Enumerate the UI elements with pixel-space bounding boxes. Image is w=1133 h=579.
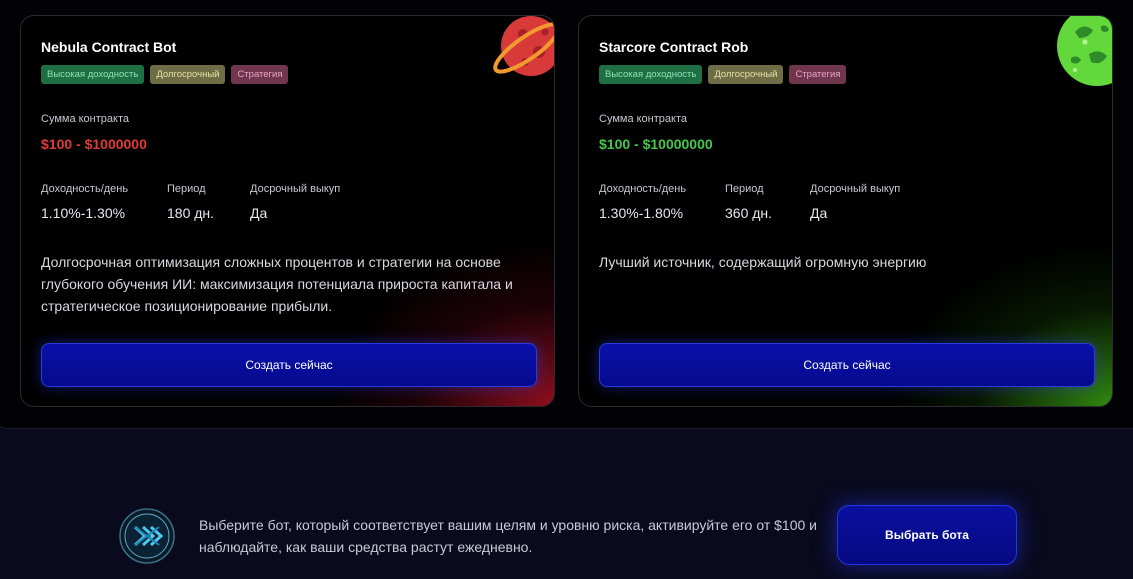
tag-strategy: Стратегия (231, 65, 289, 84)
yield-value: 1.30%-1.80% (599, 205, 684, 221)
contract-amount: $100 - $10000000 (599, 136, 713, 152)
tag-long-term: Долгосрочный (708, 65, 784, 84)
tag-list: Высокая доходность Долгосрочный Стратеги… (41, 65, 289, 84)
tag-strategy: Стратегия (789, 65, 847, 84)
contract-sum-label: Сумма контракта (41, 113, 129, 125)
early-redeem-value: Да (250, 205, 268, 221)
card-description: Долгосрочная оптимизация сложных процент… (41, 254, 513, 314)
yield-label: Доходность/день (599, 183, 687, 195)
red-planet-icon (493, 16, 554, 76)
tag-long-term: Долгосрочный (150, 65, 226, 84)
card-title: Nebula Contract Bot (41, 39, 177, 55)
footer-description: Выберите бот, который соответствует ваши… (199, 517, 817, 555)
early-redeem-label: Досрочный выкуп (250, 183, 341, 195)
bot-card-nebula: Nebula Contract Bot Высокая доходность Д… (20, 15, 555, 407)
period-value: 360 дн. (725, 205, 773, 221)
contract-amount: $100 - $1000000 (41, 136, 147, 152)
create-now-button[interactable]: Создать сейчас (599, 343, 1095, 387)
card-title: Starcore Contract Rob (599, 39, 749, 55)
early-redeem-label: Досрочный выкуп (810, 183, 901, 195)
yield-value: 1.10%-1.30% (41, 205, 126, 221)
green-planet-icon (1057, 16, 1112, 86)
period-value: 180 дн. (167, 205, 215, 221)
early-redeem-value: Да (810, 205, 828, 221)
bot-logo-icon (119, 508, 175, 564)
card-description: Лучший источник, содержащий огромную эне… (599, 254, 927, 270)
contract-sum-label: Сумма контракта (599, 113, 687, 125)
bot-card-starcore: Starcore Contract Rob Высокая доходность… (578, 15, 1113, 407)
period-label: Период (725, 183, 764, 195)
create-now-button[interactable]: Создать сейчас (41, 343, 537, 387)
yield-label: Доходность/день (41, 183, 129, 195)
tag-high-yield: Высокая доходность (41, 65, 145, 84)
tag-high-yield: Высокая доходность (599, 65, 703, 84)
choose-bot-button[interactable]: Выбрать бота (837, 505, 1017, 565)
tag-list: Высокая доходность Долгосрочный Стратеги… (599, 65, 847, 84)
period-label: Период (167, 183, 206, 195)
